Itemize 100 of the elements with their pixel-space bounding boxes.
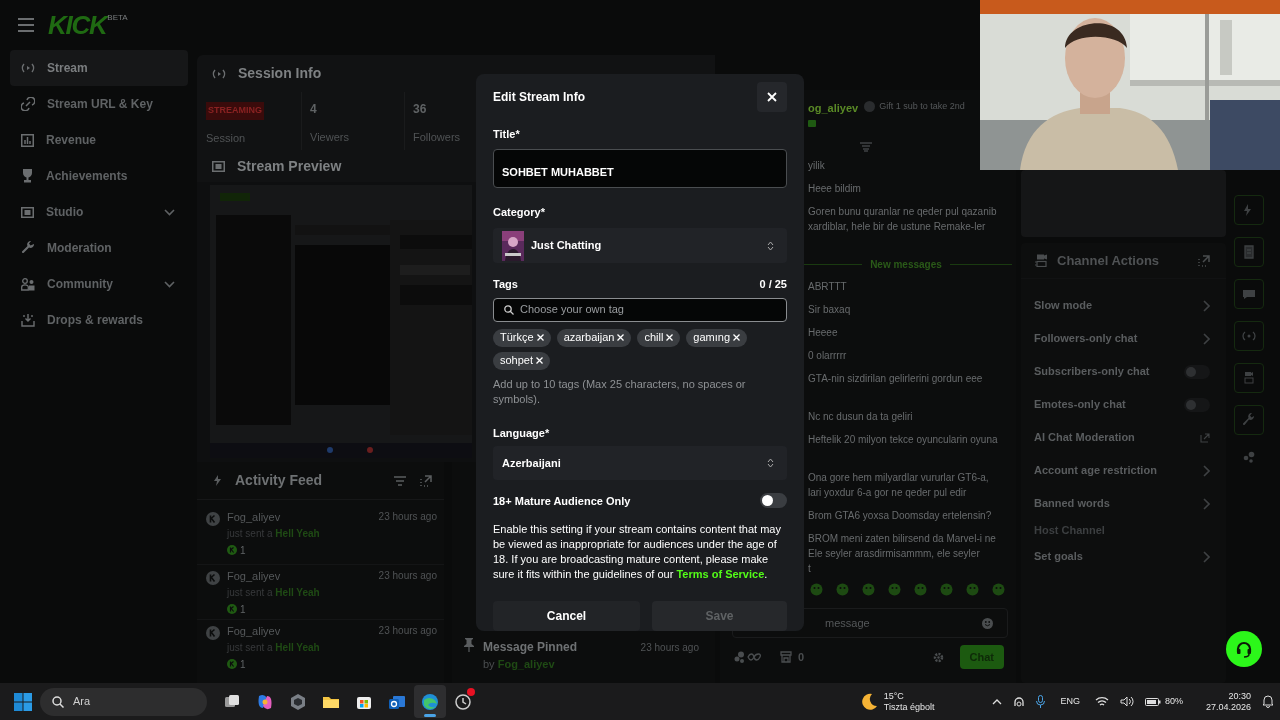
action-item[interactable]: Slow mode — [1034, 289, 1210, 322]
remove-icon[interactable] — [536, 334, 544, 341]
avatar-icon — [206, 626, 220, 640]
headset-icon[interactable] — [1013, 695, 1026, 708]
mature-toggle[interactable] — [760, 493, 787, 509]
remove-icon[interactable] — [536, 357, 544, 364]
camera-icon — [1241, 370, 1257, 386]
feed-username[interactable]: Fog_aliyev — [227, 623, 372, 640]
category-select[interactable]: Just Chatting — [493, 227, 787, 264]
feed-time: 23 hours ago — [378, 510, 437, 524]
sidebar-item[interactable]: Drops & rewards — [10, 302, 188, 338]
clock-time[interactable]: 20:30 — [1228, 690, 1251, 702]
chat-message: Heeee — [808, 326, 838, 340]
chat-message: Heftelik 20 milyon tekce oyuncularin oyuna — [808, 433, 998, 447]
document-icon — [1241, 244, 1257, 260]
cancel-button[interactable]: Cancel — [493, 601, 640, 631]
tag-chip[interactable]: azarbaijan — [556, 328, 632, 347]
sidebar-item[interactable]: Achievements — [10, 158, 188, 194]
divider-label: New messages — [870, 257, 942, 272]
microphone-icon[interactable] — [1036, 695, 1046, 708]
tag-chip[interactable]: sohpet — [493, 351, 551, 370]
battery-icon[interactable] — [1144, 696, 1161, 707]
action-item[interactable]: AI Chat Moderation — [1034, 421, 1210, 454]
search-field[interactable]: Ara — [40, 687, 207, 716]
film-icon — [21, 206, 34, 218]
field-label: Category* — [493, 205, 546, 221]
tag-chip[interactable]: gamıng — [686, 328, 748, 347]
action-item[interactable]: Subscribers-only chat — [1034, 355, 1210, 388]
trophy-icon — [21, 169, 34, 183]
chat-message: t — [808, 562, 811, 576]
store-icon[interactable] — [780, 651, 792, 663]
action-item[interactable]: Account age restriction — [1034, 454, 1210, 487]
sidebar-item[interactable]: Community — [10, 266, 188, 302]
remove-icon[interactable] — [666, 334, 674, 341]
action-item[interactable]: Emotes-only chat — [1034, 388, 1210, 421]
film-icon — [212, 160, 225, 172]
remove-icon[interactable] — [733, 334, 741, 341]
toggle-switch[interactable] — [1184, 364, 1210, 379]
feed-username[interactable]: Fog_aliyev — [227, 509, 372, 526]
title-field[interactable]: SOHBET MUHABBET — [493, 148, 787, 189]
chat-message: Sir baxaq — [808, 303, 851, 317]
mature-description: Enable this setting if your stream contains content that may be viewed as inappropriate for audiences under the age of 18. If you are broadcasting mature content, please make sure it fits within the guidelines of our Terms of Service. — [493, 522, 782, 582]
tags-hint: Add up to 10 tags (Max 25 characters, no spaces or symbols). — [493, 376, 747, 407]
close-button[interactable] — [757, 82, 787, 112]
sidebar-item[interactable]: Stream — [10, 50, 188, 86]
popout-icon[interactable] — [1198, 254, 1210, 267]
chat-message: lari yoxdur 6-a gor ne qeder pul edir — [808, 486, 967, 500]
toggle-switch[interactable] — [1184, 397, 1210, 412]
sidebar-item[interactable]: Moderation — [10, 230, 188, 266]
chat-username[interactable]: og_aliyev — [808, 100, 859, 117]
weather-temperature[interactable]: 15°C — [883, 690, 935, 702]
chat-message: Nc nc dusun da ta geliri — [808, 410, 913, 424]
language-indicator[interactable]: ENG — [1060, 694, 1080, 709]
weather-description[interactable]: Tiszta égbolt — [883, 701, 935, 713]
windows-icon[interactable] — [14, 692, 32, 711]
wifi-icon[interactable] — [1094, 696, 1109, 707]
chat-message: ABRTTT — [808, 280, 847, 294]
action-item[interactable]: Followers-only chat — [1034, 322, 1210, 355]
feed-username[interactable]: Fog_aliyev — [227, 568, 372, 585]
tag-search-field[interactable]: Choose your own tag — [493, 297, 787, 322]
settings-icon[interactable] — [932, 651, 944, 663]
dots-icon[interactable] — [1243, 451, 1255, 463]
clock-date[interactable]: 27.04.2026 — [1205, 701, 1251, 713]
emoji-icon[interactable] — [982, 617, 993, 629]
action-item[interactable]: Banned words — [1034, 487, 1210, 520]
coin-icon — [227, 604, 237, 614]
filter-icon[interactable] — [394, 475, 406, 486]
tag-counter: 0 / 25 — [759, 277, 787, 293]
external-link-icon — [1200, 432, 1210, 443]
sidebar-item[interactable]: Studio — [10, 194, 188, 230]
notification-icon[interactable] — [1262, 695, 1274, 708]
tray-icon — [21, 313, 35, 327]
avatar-icon — [206, 571, 220, 585]
sort-icon — [767, 457, 774, 468]
menu-icon[interactable] — [18, 18, 34, 32]
sidebar-item[interactable]: Stream URL & Key — [10, 86, 188, 122]
speaker-icon[interactable] — [1119, 696, 1134, 707]
dialog-title: Edit Stream Info — [493, 89, 586, 106]
tag-chip[interactable]: Türkçe — [493, 328, 551, 347]
language-select[interactable]: Azerbaijani — [493, 446, 787, 480]
logo[interactable]: KICK — [48, 12, 107, 38]
sidebar-item[interactable]: Revenue — [10, 122, 188, 158]
remove-icon[interactable] — [617, 334, 625, 341]
event-title: Message Pinned — [483, 638, 579, 656]
popout-icon[interactable] — [420, 474, 432, 487]
points-icon[interactable] — [734, 651, 764, 663]
broadcast-icon — [212, 67, 226, 80]
chevron-up-icon[interactable] — [992, 698, 1003, 705]
event-author: by Fog_aliyev — [483, 656, 556, 672]
tag-chip[interactable]: chill — [637, 328, 681, 347]
gift-count: 1 — [240, 657, 246, 672]
field-label: Title* — [493, 127, 521, 142]
action-item[interactable]: Set goals — [1034, 540, 1210, 573]
search-placeholder: Ara — [73, 694, 91, 710]
pinned-toggle-icon[interactable] — [860, 142, 872, 152]
taskbar-app[interactable] — [414, 685, 446, 718]
moon-icon — [859, 692, 878, 711]
event-time: 23 hours ago — [640, 640, 699, 655]
chat-message: Ele seyler arasdirmisammm, ele seyler — [808, 547, 980, 561]
gift-prompt[interactable]: Gift 1 sub to take 2nd — [879, 100, 965, 114]
